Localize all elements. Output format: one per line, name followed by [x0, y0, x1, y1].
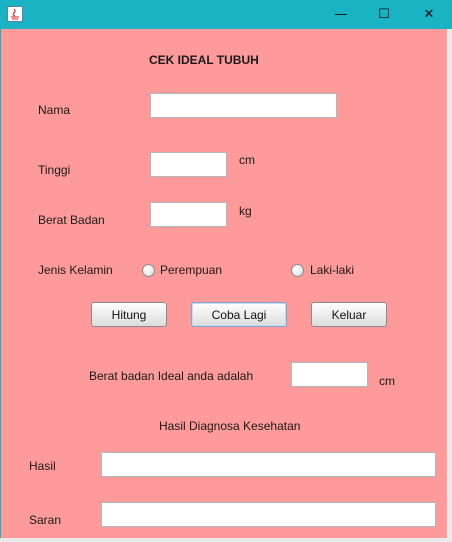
coba-lagi-button[interactable]: Coba Lagi: [191, 302, 287, 327]
hasil-label: Hasil: [29, 459, 56, 473]
tinggi-unit: cm: [239, 153, 255, 167]
form-panel: CEK IDEAL TUBUH Nama Tinggi cm Berat Bad…: [1, 29, 447, 538]
radio-perempuan[interactable]: [142, 264, 155, 277]
hitung-button[interactable]: Hitung: [91, 302, 167, 327]
maximize-icon: ☐: [378, 7, 390, 22]
nama-label: Nama: [38, 103, 71, 117]
minimize-button[interactable]: —: [318, 0, 364, 29]
radio-laki-laki[interactable]: [291, 264, 304, 277]
close-button[interactable]: ✕: [406, 0, 452, 29]
frame-border-right: [447, 29, 452, 542]
berat-unit: kg: [239, 204, 252, 218]
saran-output[interactable]: [101, 502, 436, 527]
window-titlebar: — ☐ ✕: [0, 0, 452, 29]
berat-label: Berat Badan: [38, 213, 105, 227]
ideal-weight-output[interactable]: [291, 362, 368, 387]
maximize-button[interactable]: ☐: [361, 0, 407, 29]
berat-input[interactable]: [150, 202, 227, 227]
minimize-icon: —: [334, 7, 348, 22]
close-icon: ✕: [423, 7, 435, 22]
tinggi-input[interactable]: [150, 152, 227, 177]
java-app-icon: [7, 6, 23, 22]
form-title: CEK IDEAL TUBUH: [149, 53, 259, 67]
radio-laki-laki-label[interactable]: Laki-laki: [310, 263, 354, 277]
jenis-kelamin-label: Jenis Kelamin: [38, 263, 113, 277]
keluar-button[interactable]: Keluar: [311, 302, 387, 327]
saran-label: Saran: [29, 513, 62, 527]
diagnosis-heading: Hasil Diagnosa Kesehatan: [159, 419, 301, 433]
frame-border-bottom: [0, 538, 452, 542]
ideal-weight-unit: cm: [379, 374, 395, 388]
radio-perempuan-label[interactable]: Perempuan: [160, 263, 222, 277]
ideal-weight-label: Berat badan Ideal anda adalah: [89, 369, 254, 383]
hasil-output[interactable]: [101, 452, 436, 477]
tinggi-label: Tinggi: [38, 163, 71, 177]
nama-input[interactable]: [150, 93, 337, 118]
